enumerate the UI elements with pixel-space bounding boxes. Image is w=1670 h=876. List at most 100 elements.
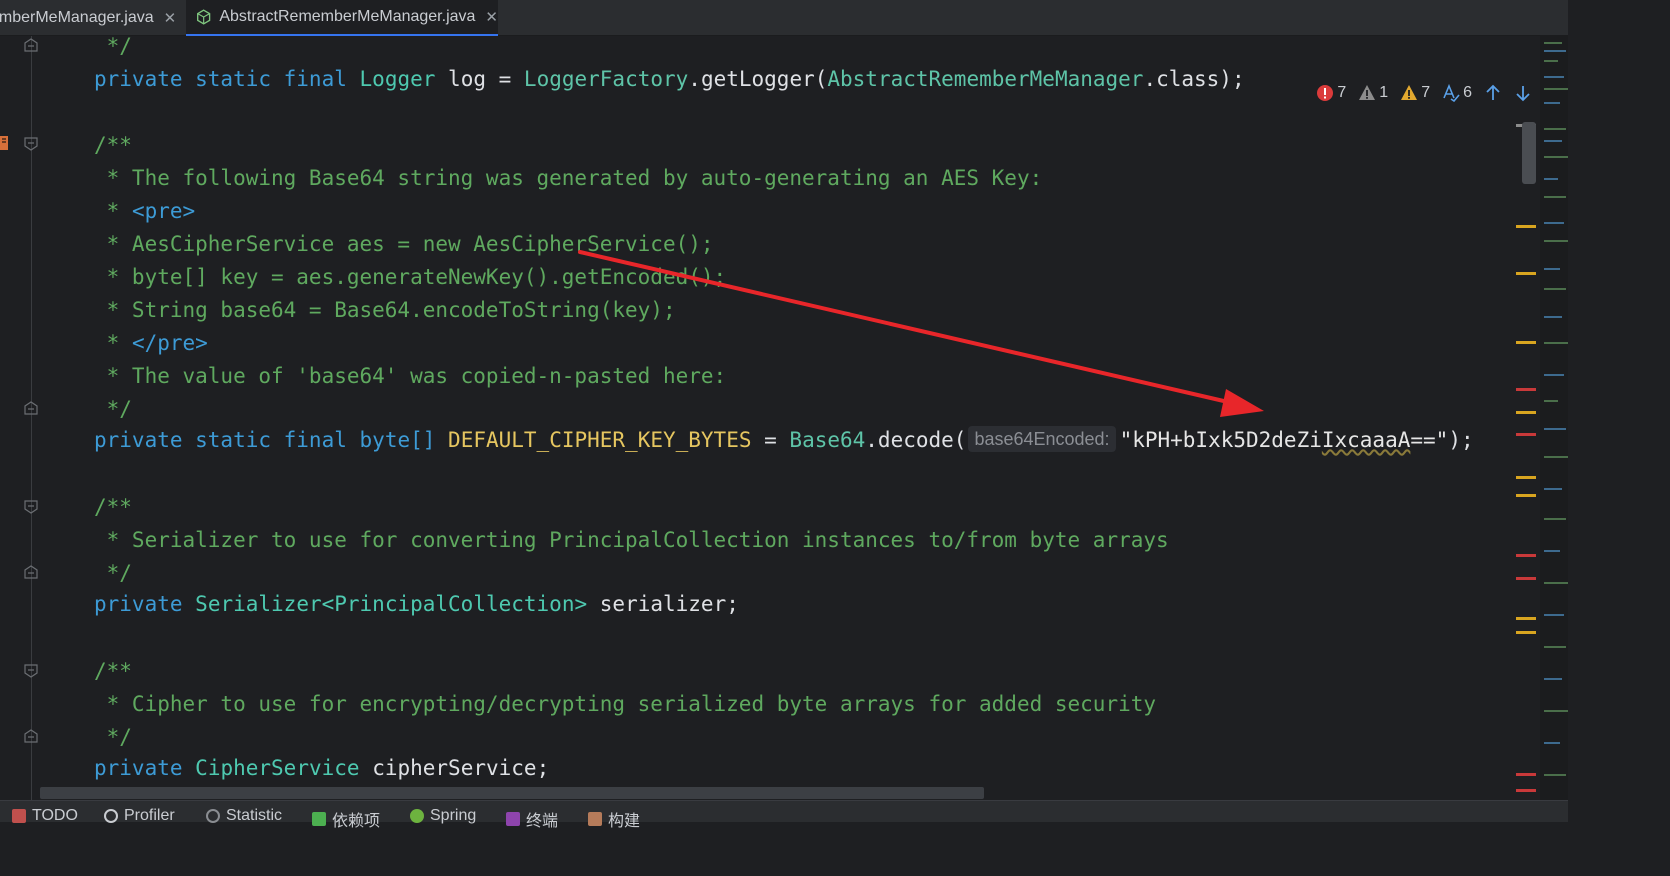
code-line: * byte[] key = aes.generateNewKey().getE… (94, 265, 727, 289)
vertical-scrollbar[interactable] (1522, 122, 1536, 184)
warning-icon (1401, 85, 1418, 100)
minimap-line (1544, 582, 1568, 584)
minimap-line (1544, 710, 1568, 712)
horizontal-scrollbar[interactable] (40, 787, 984, 799)
punctuation: ; (726, 592, 739, 616)
doc-tag: <pre> (131, 199, 196, 223)
error-marker[interactable] (1516, 388, 1536, 391)
tool-dependencies[interactable]: 依赖项 (312, 807, 380, 831)
variable: cipherService (372, 756, 537, 780)
inspection-widget[interactable]: 7 1 7 6 (1316, 80, 1532, 106)
fold-end-icon[interactable] (24, 565, 38, 579)
class-file-icon (197, 9, 211, 25)
minimap-line (1544, 102, 1560, 104)
minimap-line (1544, 614, 1564, 616)
code-minimap[interactable] (1540, 36, 1568, 800)
tool-todo[interactable]: TODO (12, 807, 78, 825)
fold-start-icon[interactable] (24, 137, 38, 151)
error-marker[interactable] (1516, 773, 1536, 776)
tool-terminal[interactable]: 终端 (506, 807, 558, 831)
minimap-line (1544, 222, 1564, 224)
tool-label: TODO (32, 807, 78, 824)
punctuation: ); (1448, 428, 1474, 452)
close-icon[interactable]: ✕ (485, 8, 498, 26)
code-area[interactable]: */ private static final Logger log = Log… (94, 36, 1474, 780)
weak-warning-count-value: 1 (1379, 84, 1389, 101)
keyword: private (94, 756, 183, 780)
weak-warning-count[interactable]: 1 (1358, 84, 1388, 102)
tool-label: 构建 (608, 813, 641, 830)
fold-start-icon[interactable] (24, 664, 38, 678)
bookmark-icon[interactable] (0, 136, 8, 150)
warning-marker[interactable] (1516, 411, 1536, 414)
code-line: * AesCipherService aes = new AesCipherSe… (94, 232, 714, 256)
warning-count-value: 7 (1421, 84, 1431, 101)
minimap-line (1544, 774, 1566, 776)
code-line-cipher-service: private CipherService cipherService; (94, 752, 549, 785)
tool-label: Statistic (226, 807, 283, 824)
previous-highlight-icon[interactable] (1484, 84, 1502, 102)
fold-end-icon[interactable] (24, 401, 38, 415)
punctuation: ; (536, 756, 550, 780)
typo-highlight: IxcaaaA (1321, 428, 1411, 452)
error-marker[interactable] (1516, 577, 1536, 580)
profiler-icon (104, 809, 118, 823)
fold-start-icon[interactable] (24, 500, 38, 514)
error-marker[interactable] (1516, 554, 1536, 557)
warning-marker[interactable] (1516, 631, 1536, 634)
minimap-line (1544, 678, 1562, 680)
warning-marker[interactable] (1516, 476, 1536, 479)
type-name: byte[] (359, 428, 436, 452)
warning-count[interactable]: 7 (1400, 84, 1430, 102)
tool-label: Profiler (124, 807, 175, 824)
minimap-line (1544, 76, 1564, 78)
error-count-value: 7 (1337, 84, 1347, 101)
dependencies-icon (312, 812, 326, 826)
minimap-line (1544, 374, 1564, 376)
method-call: .decode( (865, 428, 967, 452)
tab-label: AbstractRememberMeManager.java (219, 8, 476, 25)
tool-profiler[interactable]: Profiler (104, 807, 175, 825)
warning-marker[interactable] (1516, 494, 1536, 497)
keyword: private static final (94, 428, 347, 452)
code-line: */ (94, 36, 132, 58)
code-line: * </pre> (94, 327, 208, 360)
tab-remember-me-manager[interactable]: emberMeManager.java ✕ (0, 0, 186, 36)
warning-marker[interactable] (1516, 617, 1536, 620)
close-icon[interactable]: ✕ (164, 9, 177, 27)
tool-build[interactable]: 构建 (588, 807, 640, 831)
warning-marker[interactable] (1516, 341, 1536, 344)
code-editor[interactable]: */ private static final Logger log = Log… (0, 36, 1568, 800)
comment-text: * (94, 331, 132, 355)
type-name: Logger (359, 67, 436, 91)
tool-spring[interactable]: Spring (410, 807, 476, 825)
warning-marker[interactable] (1516, 272, 1536, 275)
minimap-line (1544, 42, 1562, 44)
tool-statistic[interactable]: Statistic (206, 807, 282, 825)
doc-tag: </pre> (131, 331, 208, 355)
fold-end-icon[interactable] (24, 729, 38, 743)
code-line: * String base64 = Base64.encodeToString(… (94, 298, 676, 322)
weak-warning-icon (1359, 85, 1376, 100)
error-count[interactable]: 7 (1316, 84, 1346, 102)
type-name: CipherService (195, 756, 360, 780)
tool-label: Spring (430, 807, 477, 824)
editor-gutter[interactable] (0, 36, 60, 800)
code-line-cipher-key: private static final byte[] DEFAULT_CIPH… (94, 424, 1474, 457)
minimap-line (1544, 342, 1568, 344)
code-line: * Cipher to use for encrypting/decryptin… (94, 692, 1157, 716)
tab-abstract-remember-me-manager[interactable]: AbstractRememberMeManager.java ✕ (186, 0, 498, 36)
string-literal: ==" (1410, 428, 1449, 452)
error-icon (1317, 85, 1334, 101)
fold-end-icon[interactable] (24, 38, 38, 52)
warning-marker[interactable] (1516, 225, 1536, 228)
minimap-line (1544, 196, 1566, 198)
error-marker[interactable] (1516, 789, 1536, 792)
minimap-line (1544, 742, 1560, 744)
error-marker[interactable] (1516, 433, 1536, 436)
minimap-line (1544, 156, 1568, 158)
tool-window-bar: TODO Profiler Statistic 依赖项 Spring 终端 构建 (0, 800, 1568, 830)
todo-icon (12, 809, 26, 823)
typo-count[interactable]: 6 (1442, 84, 1472, 102)
comment-text: * (94, 199, 132, 223)
